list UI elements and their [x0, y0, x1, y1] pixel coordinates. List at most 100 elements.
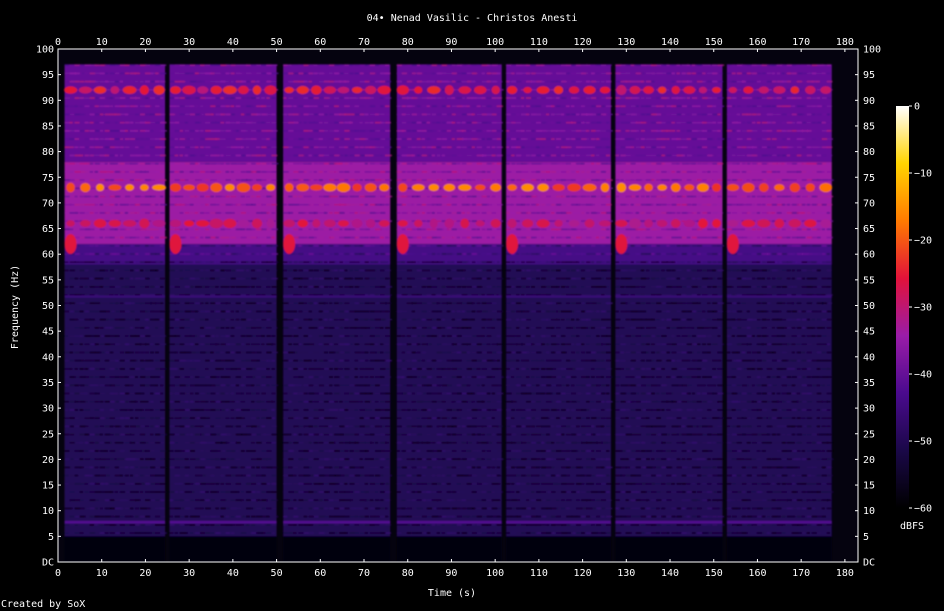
texture-cell	[491, 491, 495, 493]
texture-cell	[359, 286, 365, 288]
texture-cell	[109, 171, 114, 173]
texture-cell	[200, 433, 204, 436]
texture-cell	[323, 499, 329, 502]
texture-cell	[245, 97, 252, 99]
texture-cell	[200, 499, 205, 502]
texture-cell	[134, 417, 139, 419]
texture-cell	[104, 318, 109, 321]
texture-cell	[235, 384, 239, 387]
texture-cell	[174, 179, 181, 181]
texture-cell	[344, 179, 349, 181]
texture-cell	[451, 515, 456, 518]
texture-cell	[109, 409, 114, 411]
texture-cell	[174, 343, 180, 346]
texture-cell	[99, 400, 104, 403]
texture-cell	[441, 253, 447, 255]
texture-cell	[486, 171, 491, 173]
texture-cell	[406, 466, 411, 469]
texture-cell	[266, 433, 271, 436]
texture-cell	[266, 146, 270, 149]
texture-cell	[84, 146, 89, 149]
texture-cell	[200, 261, 205, 263]
texture-cell	[298, 376, 305, 378]
texture-cell	[79, 179, 85, 181]
texture-cell	[308, 261, 312, 263]
texture-cell	[114, 64, 119, 66]
texture-cell	[69, 466, 74, 469]
texture-cell	[160, 343, 167, 346]
texture-cell	[230, 351, 235, 354]
texture-cell	[155, 228, 159, 231]
texture-cell	[119, 368, 126, 370]
texture-cell	[174, 269, 178, 272]
texture-cell	[318, 154, 324, 157]
texture-cell	[374, 491, 379, 493]
texture-cell	[155, 138, 161, 140]
texture-cell	[150, 458, 156, 460]
texture-cell	[339, 409, 345, 411]
texture-cell	[421, 450, 427, 452]
texture-cell	[476, 212, 480, 214]
texture-cell	[406, 335, 411, 337]
texture-cell	[506, 302, 512, 305]
texture-cell	[496, 409, 502, 411]
texture-cell	[466, 359, 472, 362]
texture-cell	[109, 433, 114, 436]
texture-cell	[266, 64, 272, 66]
texture-cell	[215, 491, 219, 493]
texture-cell	[329, 376, 334, 378]
texture-cell	[349, 277, 354, 280]
texture-cell	[385, 474, 392, 477]
texture-cell	[313, 105, 318, 108]
texture-cell	[359, 146, 365, 149]
texture-cell	[476, 491, 483, 493]
texture-cell	[283, 359, 289, 362]
texture-cell	[334, 286, 338, 288]
texture-cell	[104, 482, 109, 485]
texture-cell	[139, 253, 145, 255]
texture-cell	[426, 244, 431, 247]
texture-cell	[210, 302, 216, 305]
texture-cell	[220, 515, 224, 518]
hot-spot	[264, 85, 277, 95]
texture-cell	[266, 162, 271, 165]
texture-cell	[288, 113, 294, 116]
texture-cell	[288, 310, 294, 313]
texture-cell	[496, 491, 503, 493]
texture-cell	[436, 482, 442, 485]
texture-cell	[179, 80, 186, 83]
texture-cell	[496, 261, 500, 263]
texture-cell	[150, 532, 156, 534]
texture-cell	[349, 72, 354, 75]
texture-cell	[160, 72, 167, 75]
texture-cell	[94, 392, 101, 395]
texture-cell	[205, 351, 211, 354]
texture-cell	[235, 491, 240, 493]
texture-cell	[261, 253, 268, 255]
texture-cell	[220, 162, 225, 165]
texture-cell	[441, 97, 446, 99]
texture-cell	[99, 425, 104, 428]
texture-cell	[155, 269, 159, 272]
texture-cell	[134, 277, 141, 280]
texture-cell	[251, 491, 256, 493]
texture-cell	[245, 400, 250, 403]
texture-cell	[194, 507, 201, 510]
texture-cell	[74, 327, 81, 329]
texture-cell	[354, 532, 359, 534]
texture-cell	[380, 195, 386, 198]
texture-cell	[354, 277, 361, 280]
texture-cell	[104, 425, 111, 428]
texture-cell	[411, 64, 418, 66]
texture-cell	[155, 343, 160, 346]
texture-cell	[210, 335, 215, 337]
texture-cell	[144, 409, 151, 411]
texture-cell	[380, 343, 384, 346]
texture-cell	[251, 130, 258, 132]
texture-cell	[64, 138, 70, 140]
texture-cell	[431, 368, 435, 370]
texture-cell	[471, 228, 477, 231]
texture-cell	[283, 130, 289, 132]
texture-cell	[318, 171, 323, 173]
texture-cell	[189, 515, 196, 518]
